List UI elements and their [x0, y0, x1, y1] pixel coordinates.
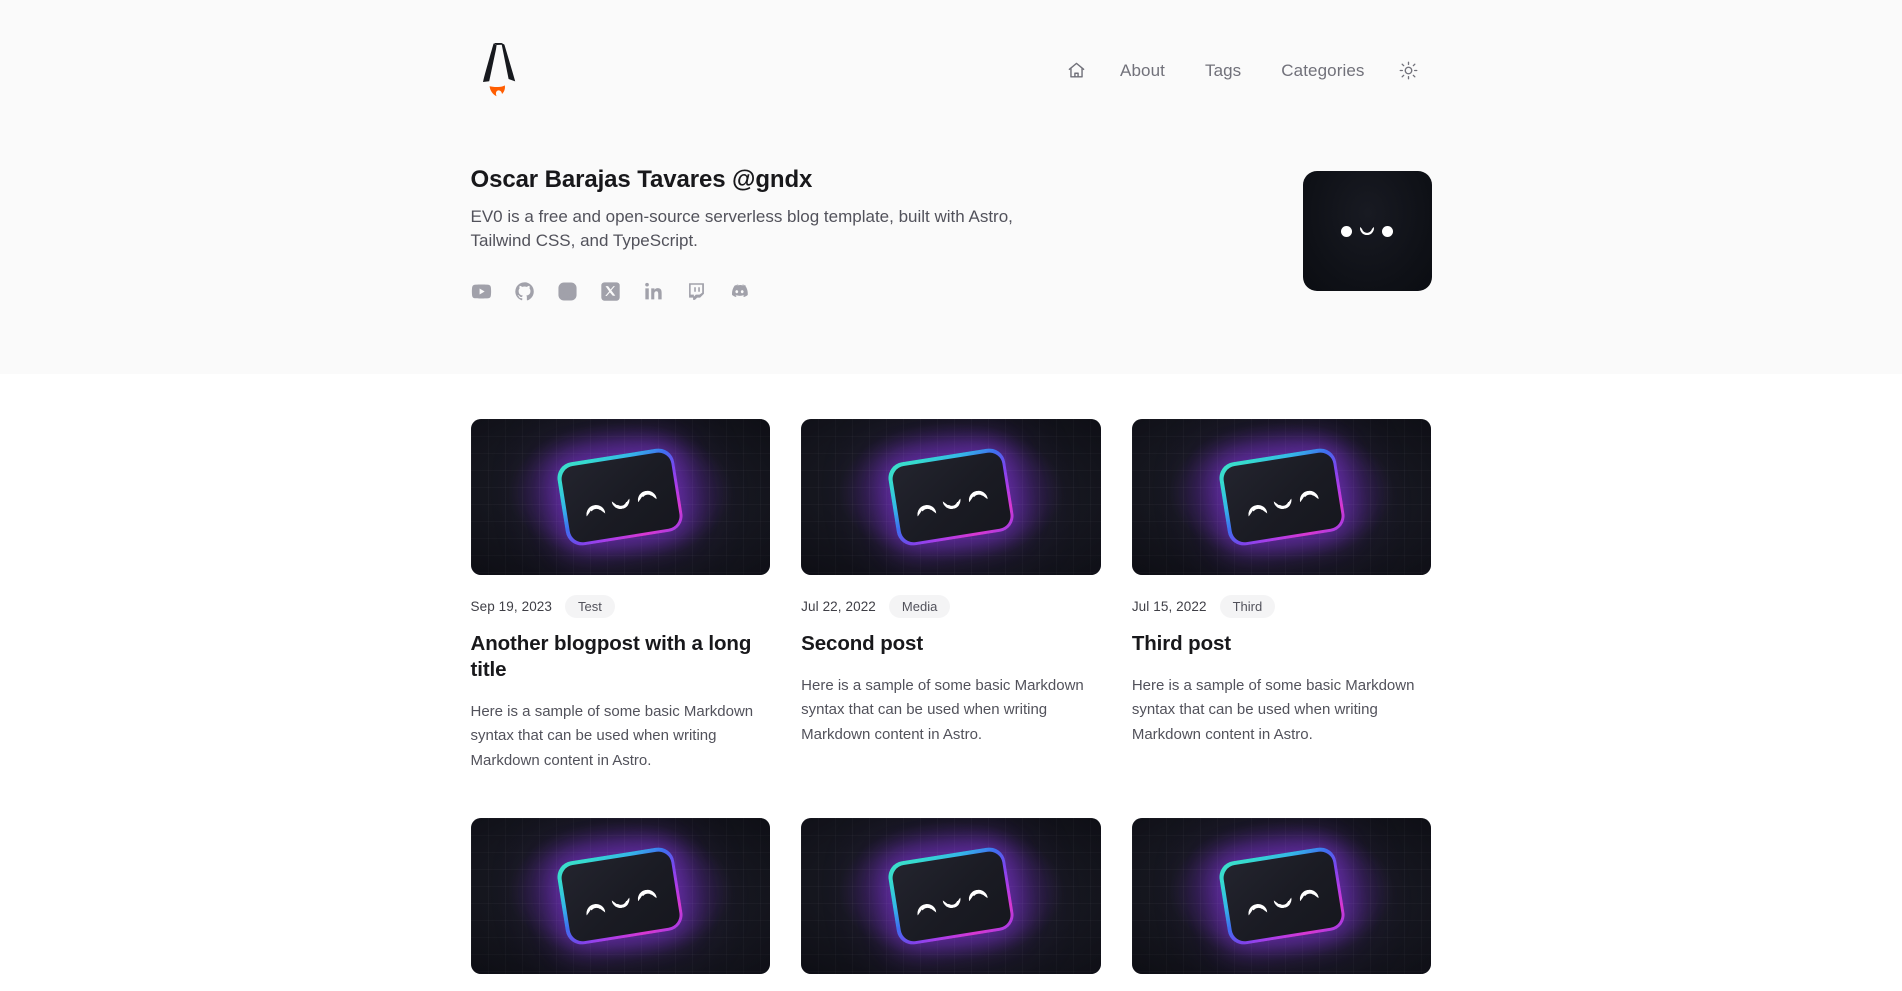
post-thumbnail[interactable] — [801, 419, 1101, 575]
post-grid: Sep 19, 2023 Test Another blogpost with … — [470, 374, 1432, 974]
thumbnail-vignette — [1131, 419, 1432, 575]
nav-item-about[interactable]: About — [1100, 52, 1185, 89]
post-card[interactable] — [801, 817, 1101, 974]
post-tag[interactable]: Media — [888, 595, 951, 618]
thumbnail-vignette — [1131, 817, 1432, 974]
nav-item-categories[interactable]: Categories — [1261, 52, 1384, 89]
profile-description: EV0 is a free and open-source serverless… — [470, 207, 1013, 251]
post-date: Jul 15, 2022 — [1131, 599, 1207, 614]
post-card[interactable]: Sep 19, 2023 Test Another blogpost with … — [470, 419, 771, 773]
sun-icon[interactable] — [1385, 51, 1432, 90]
post-meta: Jul 15, 2022 Third — [1132, 595, 1432, 618]
twitch-icon[interactable] — [686, 281, 707, 302]
page-title: Oscar Barajas Tavares @gndx — [470, 166, 813, 193]
post-thumbnail[interactable] — [1131, 419, 1432, 575]
nav-item-tags[interactable]: Tags — [1185, 52, 1261, 89]
discord-icon[interactable] — [729, 281, 750, 302]
post-thumbnail[interactable] — [801, 817, 1101, 974]
post-meta: Sep 19, 2023 Test — [471, 595, 771, 618]
youtube-icon[interactable] — [471, 281, 492, 302]
thumbnail-vignette — [801, 419, 1101, 575]
kawaii-face-avatar — [1341, 225, 1393, 237]
astro-logo-icon[interactable] — [471, 38, 535, 102]
hero-section: About Tags Categories Oscar Barajas Tava… — [0, 0, 1902, 374]
profile-text: Oscar Barajas Tavares @gndx EV0 is a fre… — [471, 166, 1049, 302]
post-excerpt: Here is a sample of some basic Markdown … — [801, 677, 1084, 743]
post-thumbnail[interactable] — [1131, 817, 1432, 974]
post-title[interactable]: Second post — [801, 631, 1101, 657]
social-links — [471, 281, 1049, 302]
post-title[interactable]: Third post — [1132, 631, 1432, 657]
post-tag[interactable]: Third — [1219, 595, 1276, 618]
home-icon[interactable] — [1053, 51, 1100, 90]
avatar-smile — [1359, 226, 1375, 235]
post-excerpt: Here is a sample of some basic Markdown … — [1131, 677, 1415, 743]
site-header: About Tags Categories — [471, 0, 1432, 104]
thumbnail-vignette — [470, 817, 771, 974]
post-thumbnail[interactable] — [470, 419, 771, 575]
post-tag[interactable]: Test — [565, 595, 615, 618]
avatar — [1302, 171, 1432, 291]
post-date: Sep 19, 2023 — [470, 599, 553, 614]
post-card[interactable]: Jul 15, 2022 Third Third post Here is a … — [1131, 419, 1432, 773]
instagram-icon[interactable] — [557, 281, 578, 302]
post-card[interactable]: Jul 22, 2022 Media Second post Here is a… — [801, 419, 1101, 773]
avatar-eye-left — [1341, 225, 1352, 237]
post-card[interactable] — [470, 817, 771, 974]
avatar-eye-right — [1382, 225, 1393, 237]
post-meta: Jul 22, 2022 Media — [801, 595, 1101, 618]
post-thumbnail[interactable] — [470, 817, 771, 974]
post-date: Jul 22, 2022 — [801, 599, 876, 614]
profile-section: Oscar Barajas Tavares @gndx EV0 is a fre… — [471, 104, 1432, 302]
thumbnail-vignette — [470, 419, 771, 575]
linkedin-icon[interactable] — [643, 281, 664, 302]
x-twitter-icon[interactable] — [600, 281, 621, 302]
post-card[interactable] — [1131, 817, 1432, 974]
github-icon[interactable] — [514, 281, 535, 302]
hero-container: About Tags Categories Oscar Barajas Tava… — [471, 0, 1432, 302]
main-navigation: About Tags Categories — [1053, 51, 1431, 90]
post-title[interactable]: Another blogpost with a long title — [471, 631, 771, 683]
thumbnail-vignette — [801, 817, 1101, 974]
post-excerpt: Here is a sample of some basic Markdown … — [470, 703, 754, 769]
